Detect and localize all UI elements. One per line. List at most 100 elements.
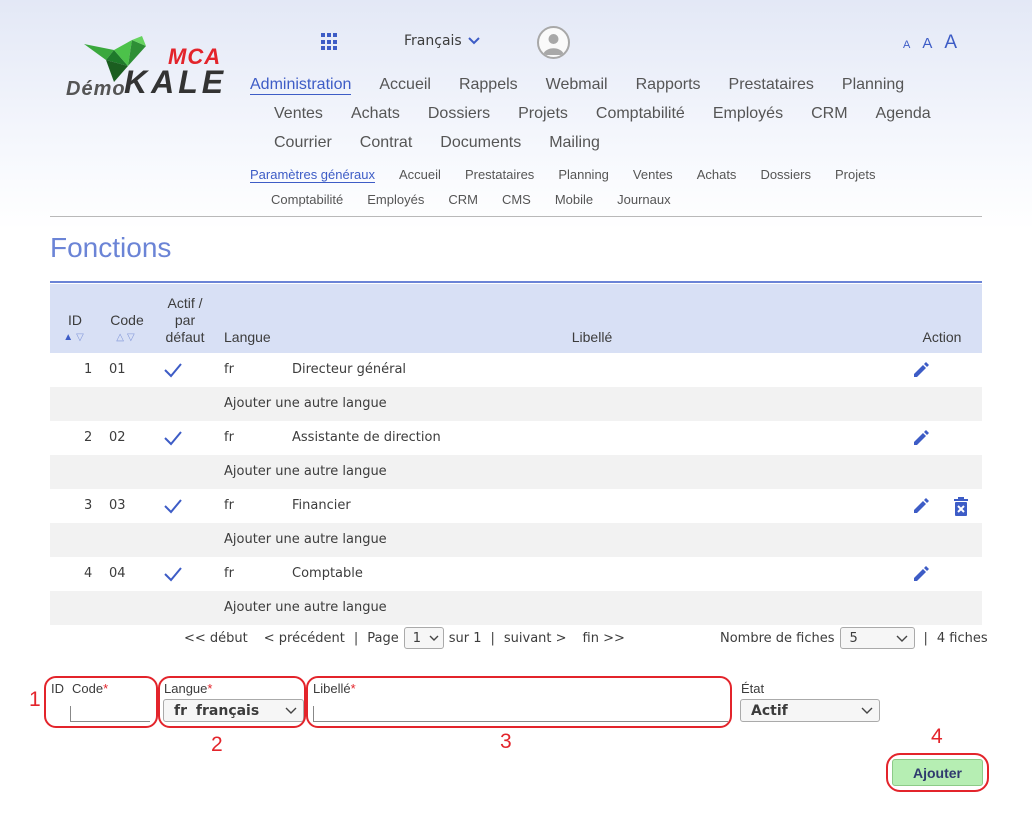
edit-pencil-icon[interactable]	[912, 361, 930, 379]
add-language-row: Ajouter une autre langue	[50, 523, 982, 557]
col-actif-header-1: Actif /	[167, 295, 203, 311]
subnav-cms[interactable]: CMS	[502, 192, 531, 207]
subnav-planning[interactable]: Planning	[558, 167, 609, 183]
nav-rapports[interactable]: Rapports	[636, 76, 701, 95]
pager-next-link[interactable]: suivant >	[504, 631, 567, 646]
row-libelle[interactable]: Comptable	[292, 557, 363, 591]
col-actif-header-3: défaut	[165, 329, 205, 345]
table-header: ID ▲▽ Code △▽ Actif / par défaut Langue …	[50, 284, 982, 353]
col-action-header: Action	[922, 329, 962, 345]
pager-prev-link[interactable]: < précédent	[264, 631, 345, 646]
subnav-projets[interactable]: Projets	[835, 167, 875, 183]
subnav-accueil[interactable]: Accueil	[399, 167, 441, 183]
annotation-ring-langue	[158, 676, 306, 728]
nav-courrier[interactable]: Courrier	[274, 134, 332, 152]
edit-pencil-icon[interactable]	[912, 565, 930, 583]
nav-rappels[interactable]: Rappels	[459, 76, 518, 95]
nav-contrat[interactable]: Contrat	[360, 134, 412, 152]
pagination: << début < précédent | Page 1 sur 1 | su…	[184, 627, 625, 649]
nav-prestataires[interactable]: Prestataires	[729, 76, 814, 95]
check-icon	[164, 567, 182, 582]
records-select[interactable]: 5	[839, 627, 915, 649]
edit-pencil-icon[interactable]	[912, 429, 930, 447]
row-libelle[interactable]: Financier	[292, 489, 351, 523]
annotation-ring-code	[44, 676, 158, 728]
nav-dossiers[interactable]: Dossiers	[428, 105, 490, 123]
pager-page-label: Page	[367, 630, 399, 646]
sort-id-arrows[interactable]: ▲▽	[60, 329, 90, 346]
page-title: Fonctions	[50, 232, 172, 263]
col-code-header: Code	[110, 312, 144, 328]
add-language-link[interactable]: Ajouter une autre langue	[224, 387, 387, 421]
edit-pencil-icon[interactable]	[912, 497, 930, 515]
nav-webmail[interactable]: Webmail	[546, 76, 608, 95]
etat-select[interactable]: Actif	[740, 699, 880, 722]
user-avatar-icon[interactable]	[537, 26, 570, 59]
subnav-dossiers[interactable]: Dossiers	[760, 167, 811, 183]
add-language-link[interactable]: Ajouter une autre langue	[224, 591, 387, 625]
table-row: 4 04 fr Comptable	[50, 557, 982, 591]
font-size-small-button[interactable]: A	[903, 39, 910, 51]
nav-comptabilite[interactable]: Comptabilité	[596, 105, 685, 123]
subnav-mobile[interactable]: Mobile	[555, 192, 593, 207]
subnav-crm[interactable]: CRM	[448, 192, 478, 207]
add-language-link[interactable]: Ajouter une autre langue	[224, 455, 387, 489]
sort-code-arrows[interactable]: △▽	[105, 329, 149, 346]
row-id: 3	[84, 498, 93, 513]
nav-achats[interactable]: Achats	[351, 105, 400, 123]
nav-planning[interactable]: Planning	[842, 76, 904, 95]
etat-label: État	[741, 681, 765, 696]
col-libelle-header: Libellé	[571, 329, 613, 345]
subnav-ventes[interactable]: Ventes	[633, 167, 673, 183]
nav-accueil[interactable]: Accueil	[379, 76, 431, 95]
row-libelle[interactable]: Assistante de direction	[292, 421, 441, 455]
chevron-down-icon	[429, 635, 439, 641]
apps-grid-icon[interactable]	[321, 33, 339, 51]
page-select-value: 1	[412, 630, 421, 646]
font-size-medium-button[interactable]: A	[922, 35, 932, 52]
row-code: 02	[109, 430, 126, 445]
table-row: 2 02 fr Assistante de direction	[50, 421, 982, 455]
subnav-employes[interactable]: Employés	[367, 192, 424, 207]
nav-administration[interactable]: Administration	[250, 76, 352, 95]
nav-documents[interactable]: Documents	[440, 134, 521, 152]
records-total: 4 fiches	[936, 630, 988, 646]
row-langue: fr	[224, 566, 234, 581]
nav-employes[interactable]: Employés	[713, 105, 783, 123]
header-divider	[50, 216, 982, 217]
nav-projets[interactable]: Projets	[518, 105, 568, 123]
row-libelle[interactable]: Directeur général	[292, 353, 406, 387]
subnav-parametres-generaux[interactable]: Paramètres généraux	[250, 167, 376, 183]
title-divider	[50, 281, 982, 283]
nav-agenda[interactable]: Agenda	[876, 105, 931, 123]
col-langue-header: Langue	[224, 329, 271, 345]
page-select[interactable]: 1	[403, 627, 444, 649]
check-icon	[164, 431, 182, 446]
annotation-ring-submit	[886, 753, 989, 792]
functions-table: ID ▲▽ Code △▽ Actif / par défaut Langue …	[50, 284, 982, 625]
language-selector[interactable]: Français	[404, 33, 480, 49]
nav-crm[interactable]: CRM	[811, 105, 847, 123]
nav-mailing[interactable]: Mailing	[549, 134, 600, 152]
annotation-number-4: 4	[931, 725, 943, 748]
subnav-prestataires[interactable]: Prestataires	[465, 167, 534, 183]
chevron-down-icon	[861, 707, 873, 714]
pager-first-link[interactable]: << début	[184, 631, 248, 646]
row-id: 4	[84, 566, 93, 581]
subnav-achats[interactable]: Achats	[697, 167, 737, 183]
font-size-large-button[interactable]: A	[944, 32, 957, 54]
pager-of-label: sur 1	[448, 630, 482, 646]
col-id-header: ID	[68, 312, 82, 328]
row-code: 04	[109, 566, 126, 581]
etat-select-value: Actif	[751, 702, 788, 719]
delete-trash-icon[interactable]	[953, 497, 969, 516]
row-langue: fr	[224, 362, 234, 377]
pager-last-link[interactable]: fin >>	[583, 631, 625, 646]
nav-ventes[interactable]: Ventes	[274, 105, 323, 123]
logo-demo-text: Démo	[66, 78, 126, 100]
chevron-down-icon	[467, 37, 480, 45]
subnav-journaux[interactable]: Journaux	[617, 192, 670, 207]
add-language-link[interactable]: Ajouter une autre langue	[224, 523, 387, 557]
row-langue: fr	[224, 430, 234, 445]
subnav-comptabilite[interactable]: Comptabilité	[271, 192, 343, 207]
